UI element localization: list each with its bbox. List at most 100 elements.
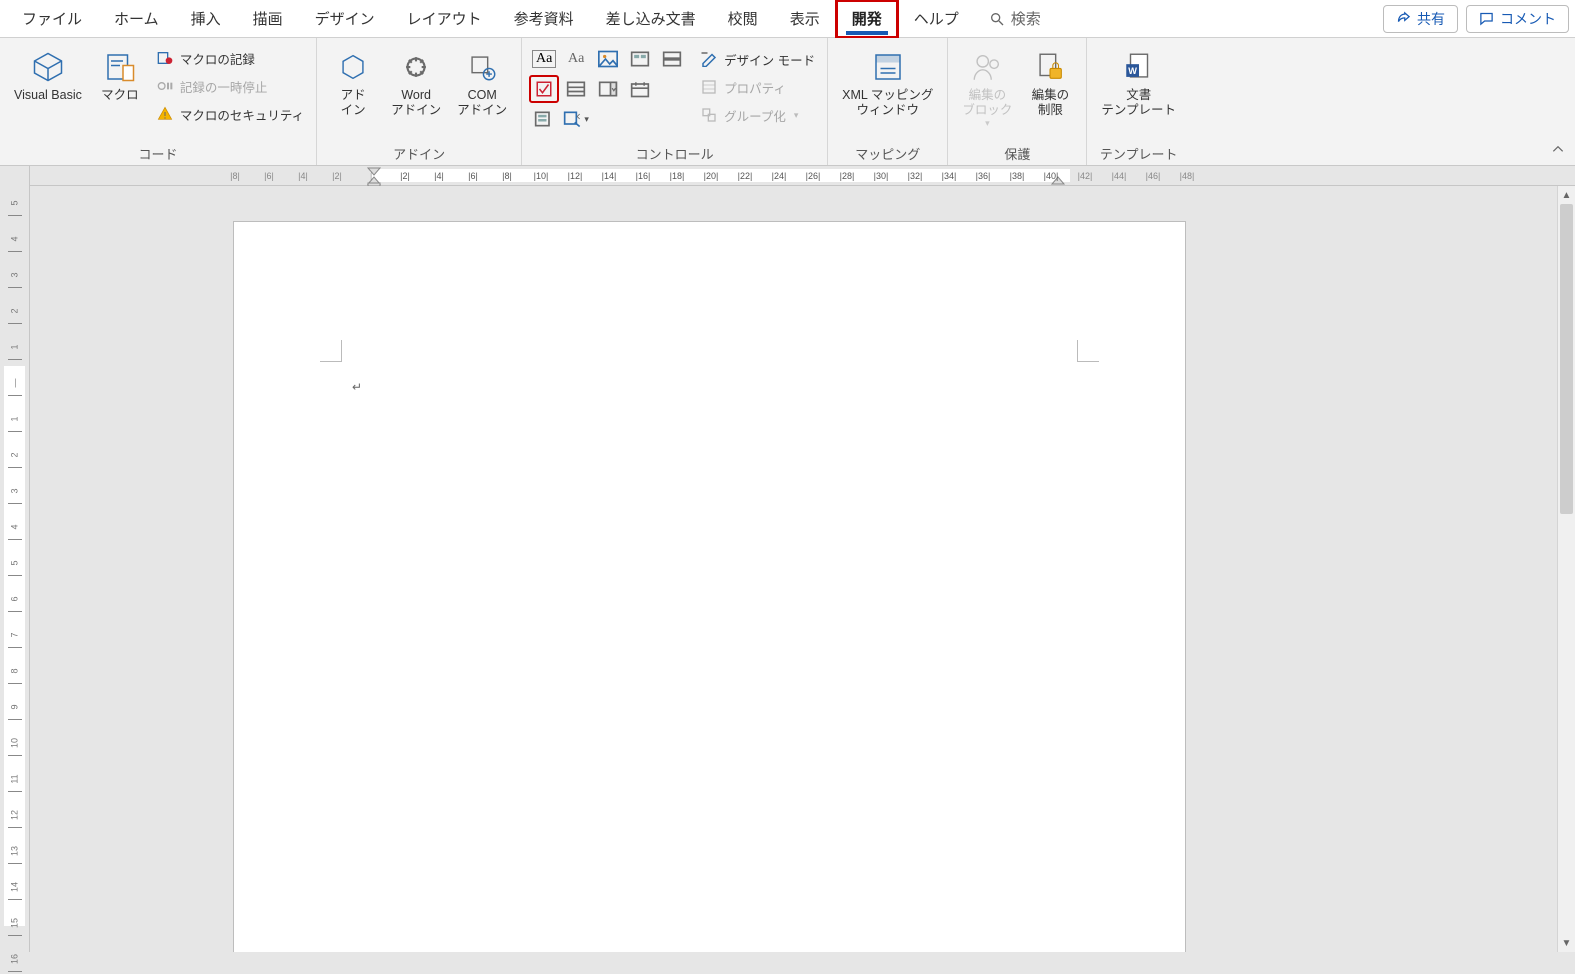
vruler-tick: 15 (10, 909, 20, 938)
vruler-tick: 3 (10, 261, 20, 290)
tab-review[interactable]: 校閲 (712, 0, 774, 38)
macros-icon (101, 48, 139, 86)
tab-draw[interactable]: 描画 (237, 0, 299, 38)
group-mapping: XML マッピング ウィンドウ マッピング (828, 38, 948, 165)
vruler-tick: 1 (10, 333, 20, 362)
block-authors-button[interactable]: 編集の ブロック ▾ (956, 46, 1018, 131)
addins-button[interactable]: アド イン (325, 46, 381, 120)
hruler-tick: |40| (1043, 169, 1059, 182)
document-template-icon: W (1120, 48, 1158, 86)
group-code-label: コード (139, 143, 178, 163)
macros-label: マクロ (101, 88, 139, 103)
xml-mapping-button[interactable]: XML マッピング ウィンドウ (836, 46, 939, 120)
tab-developer[interactable]: 開発 (836, 0, 898, 38)
repeating-section-control-button[interactable] (658, 46, 686, 72)
empty-cell-2 (594, 106, 622, 132)
empty-cell-1 (658, 76, 686, 102)
hruler-tick: |46| (1145, 169, 1161, 182)
design-mode-label: デザイン モード (724, 50, 815, 69)
scroll-up-button[interactable]: ▲ (1558, 186, 1575, 204)
macro-security-label: マクロのセキュリティ (180, 105, 304, 124)
tab-insert[interactable]: 挿入 (175, 0, 237, 38)
building-block-control-button[interactable] (626, 46, 654, 72)
document-page[interactable]: ↵ (234, 222, 1185, 952)
hruler-tick: |6| (261, 169, 277, 182)
tab-references[interactable]: 参考資料 (498, 0, 590, 38)
legacy-forms-button[interactable] (530, 106, 558, 132)
macros-button[interactable]: マクロ (92, 46, 148, 105)
scroll-thumb[interactable] (1560, 204, 1573, 514)
tab-file[interactable]: ファイル (6, 0, 98, 38)
chevron-down-icon-2: ▾ (985, 118, 990, 129)
hruler-tick: |22| (737, 169, 753, 182)
scroll-down-button[interactable]: ▼ (1558, 934, 1575, 952)
tab-home[interactable]: ホーム (98, 0, 175, 38)
legacy-tools-dropdown[interactable]: ▾ (562, 106, 590, 132)
hruler-tick: |36| (975, 169, 991, 182)
design-mode-button[interactable]: デザイン モード (696, 46, 819, 72)
group-controls-button: グループ化 ▾ (696, 102, 819, 128)
restrict-editing-button[interactable]: 編集の 制限 (1022, 46, 1078, 120)
vruler-tick: 1 (10, 405, 20, 434)
macro-security-button[interactable]: マクロのセキュリティ (152, 102, 308, 126)
hruler-tick: |18| (669, 169, 685, 182)
vruler-tick: 4 (10, 225, 20, 254)
hruler-tick: |14| (601, 169, 617, 182)
tab-layout[interactable]: レイアウト (391, 0, 498, 38)
picture-control-button[interactable] (594, 46, 622, 72)
share-icon (1396, 11, 1411, 26)
vruler-tick: 5 (10, 189, 20, 218)
chevron-up-icon (1551, 142, 1565, 156)
visual-basic-button[interactable]: Visual Basic (8, 46, 88, 105)
hruler-tick: | (363, 169, 379, 182)
scroll-track[interactable] (1558, 204, 1575, 934)
date-picker-control-button[interactable] (626, 76, 654, 102)
visual-basic-label: Visual Basic (14, 88, 82, 103)
tab-strip: ファイル ホーム 挿入 描画 デザイン レイアウト 参考資料 差し込み文書 校閲… (0, 0, 1575, 38)
vruler-tick: 5 (10, 549, 20, 578)
document-template-button[interactable]: W 文書 テンプレート (1095, 46, 1182, 120)
search-icon (989, 11, 1005, 27)
vruler-tick: 16 (10, 945, 20, 974)
hruler-tick: |4| (295, 169, 311, 182)
vertical-ruler[interactable]: 54321—12345678910111213141516 (0, 166, 30, 952)
empty-cell-4 (658, 106, 686, 132)
hruler-tick: |8| (499, 169, 515, 182)
vruler-tick: — (10, 369, 20, 398)
hruler-tick: |8| (227, 169, 243, 182)
horizontal-ruler[interactable]: |8||6||4||2|||2||4||6||8||10||12||14||16… (30, 166, 1575, 186)
hruler-tick: |2| (329, 169, 345, 182)
tab-view[interactable]: 表示 (774, 0, 836, 38)
record-macro-label: マクロの記録 (180, 49, 255, 68)
document-scroll-area[interactable]: ↵ (30, 186, 1557, 952)
group-mapping-label: マッピング (855, 143, 920, 163)
rich-text-control-button[interactable]: Aa (530, 46, 558, 72)
dropdown-control-button[interactable] (594, 76, 622, 102)
tab-mailmerge[interactable]: 差し込み文書 (590, 0, 712, 38)
com-addins-button[interactable]: COM アドイン (451, 46, 513, 120)
comment-button[interactable]: コメント (1466, 5, 1569, 33)
design-mode-icon (700, 50, 718, 68)
vruler-tick: 14 (10, 873, 20, 902)
collapse-ribbon-button[interactable] (1551, 142, 1565, 159)
record-macro-button[interactable]: マクロの記録 (152, 46, 308, 70)
share-label: 共有 (1417, 9, 1445, 29)
com-addins-icon (463, 48, 501, 86)
plain-text-control-button[interactable]: Aa (562, 46, 590, 72)
pause-recording-label: 記録の一時停止 (180, 77, 268, 96)
tell-me-search[interactable]: 検索 (975, 8, 1055, 29)
hruler-tick: |16| (635, 169, 651, 182)
share-button[interactable]: 共有 (1383, 5, 1458, 33)
vertical-scrollbar[interactable]: ▲ ▼ (1557, 186, 1575, 952)
word-addins-button[interactable]: Word アドイン (385, 46, 447, 120)
group-addins: アド イン Word アドイン COM アドイン アドイン (317, 38, 522, 165)
restrict-editing-label: 編集の 制限 (1032, 88, 1070, 118)
pause-recording-button: 記録の一時停止 (152, 74, 308, 98)
hruler-tick: |48| (1179, 169, 1195, 182)
tab-help[interactable]: ヘルプ (898, 0, 975, 38)
combobox-control-button[interactable] (562, 76, 590, 102)
group-controls: Aa Aa ▾ デザイン モード (522, 38, 828, 165)
tab-design[interactable]: デザイン (299, 0, 391, 38)
checkbox-control-button[interactable] (530, 76, 558, 102)
properties-label: プロパティ (724, 78, 786, 97)
